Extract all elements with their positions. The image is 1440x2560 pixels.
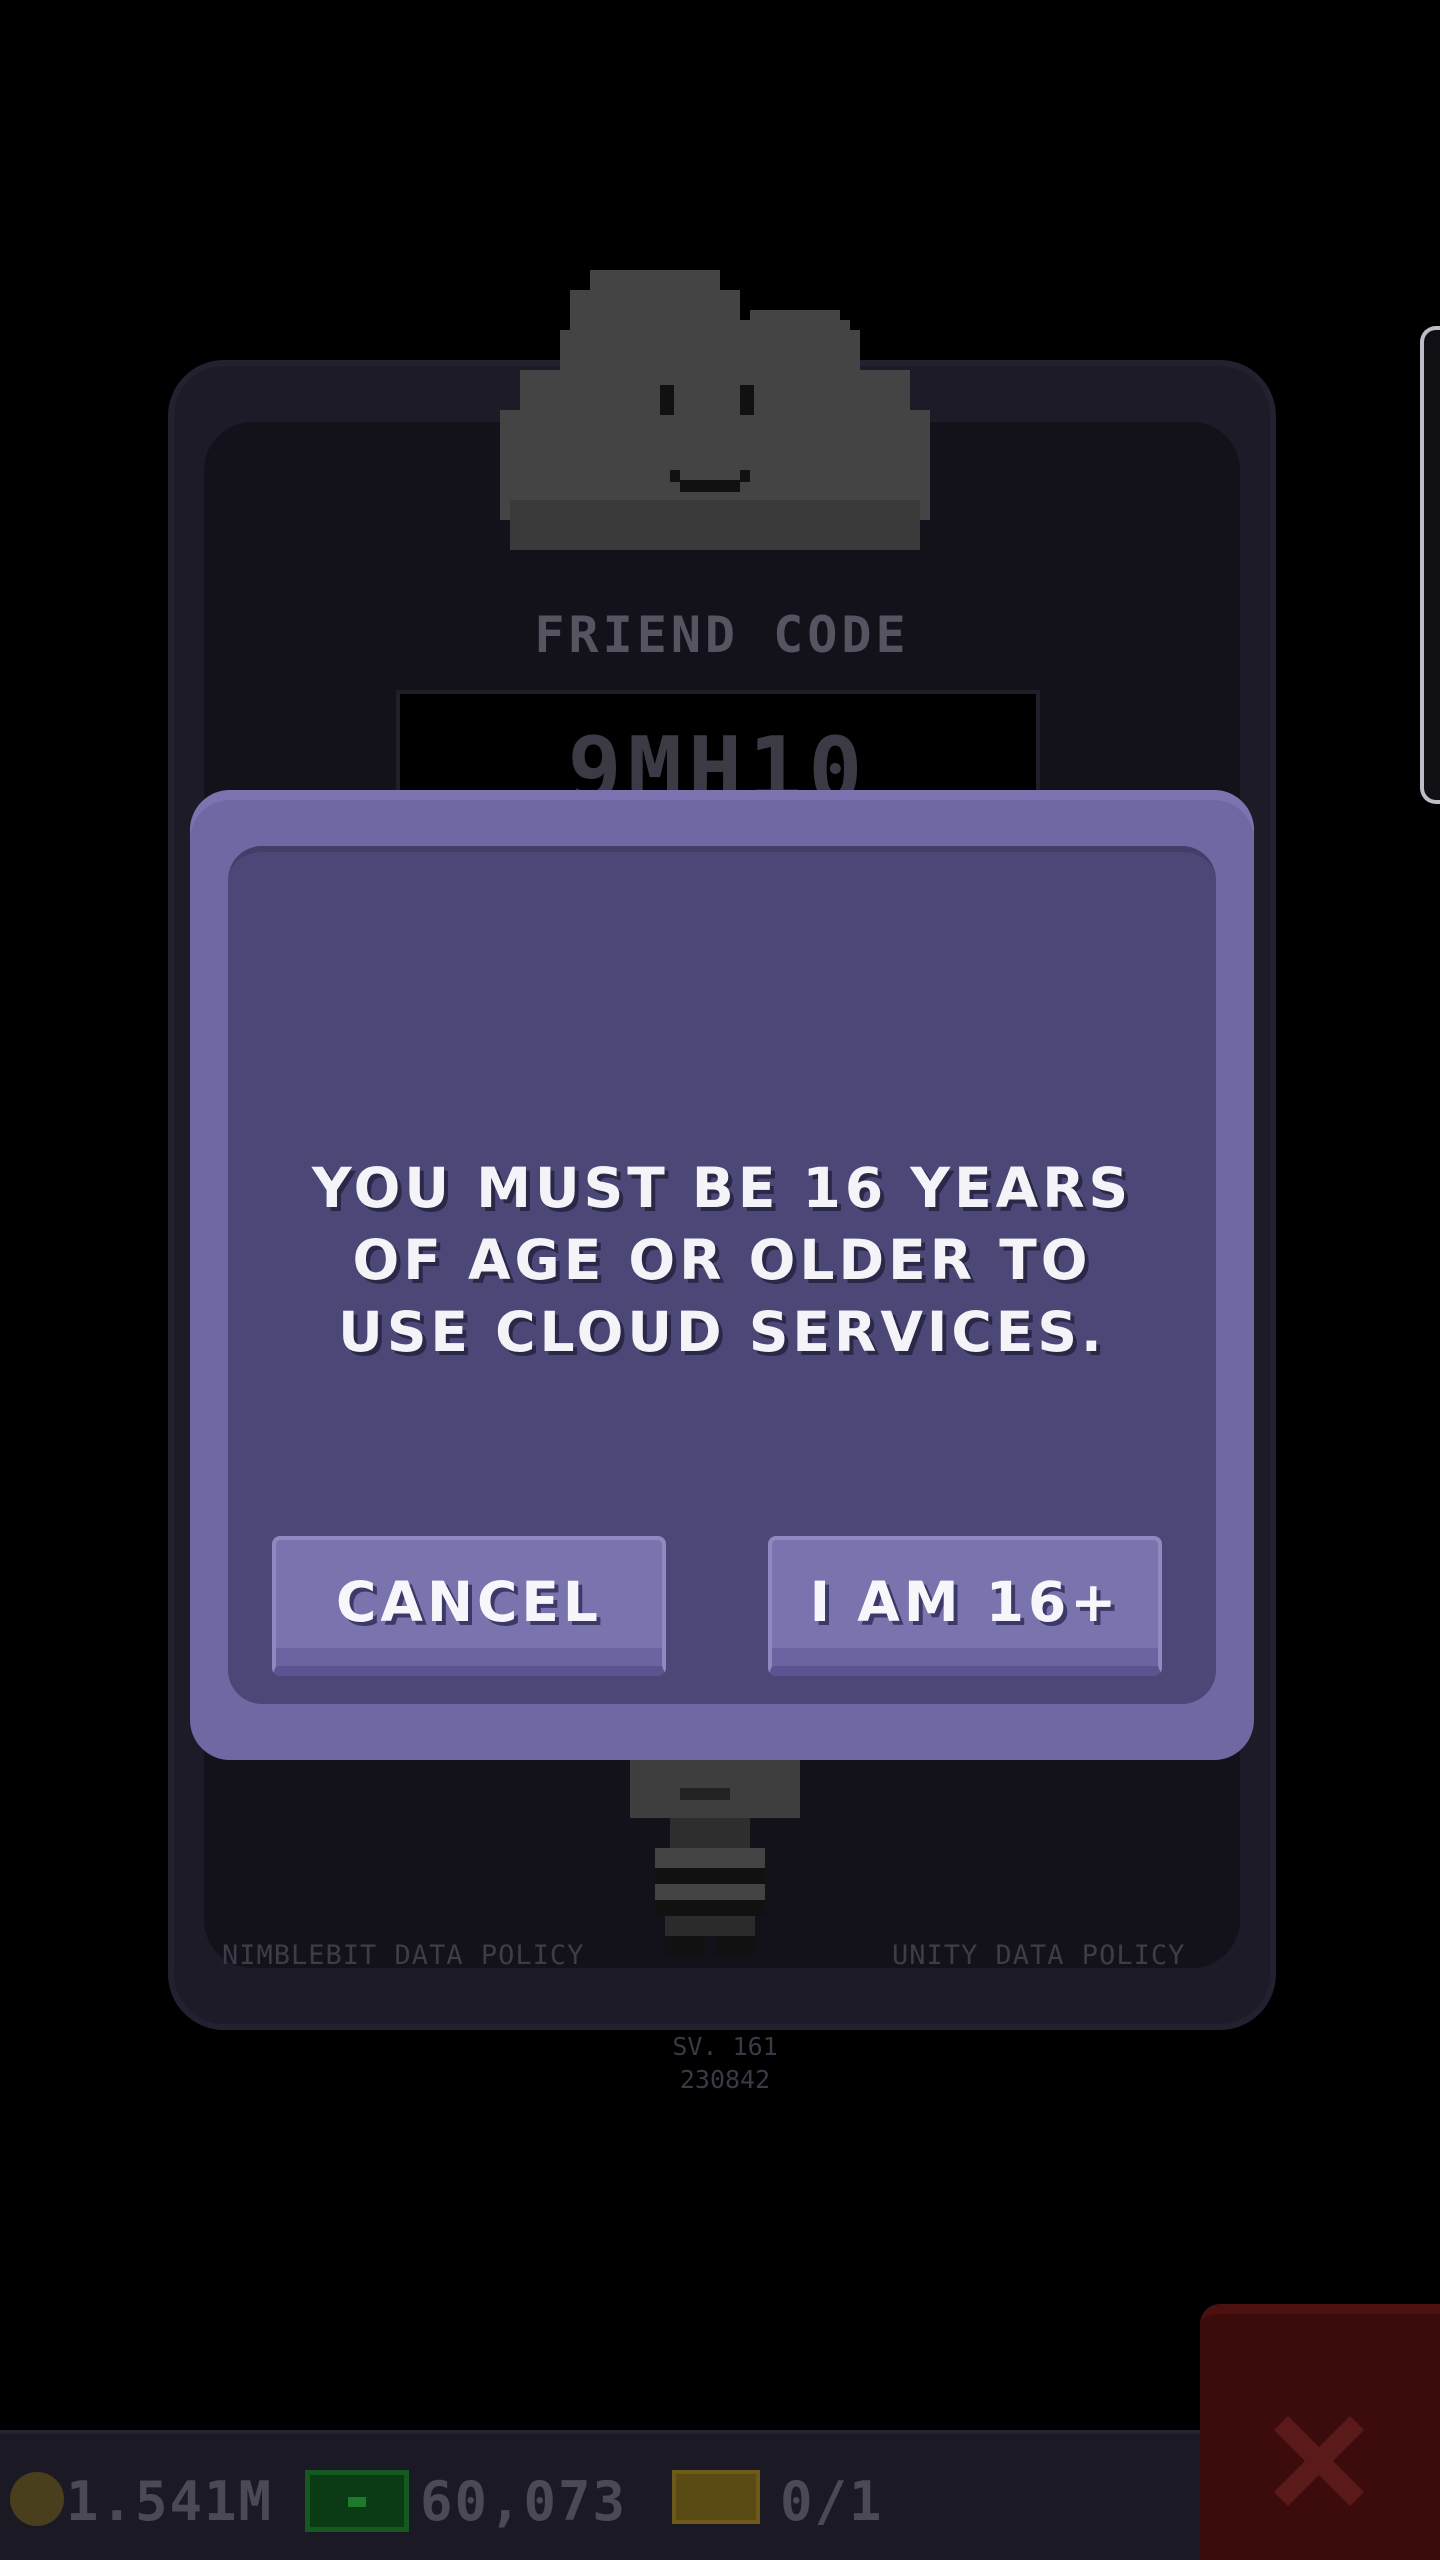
version-line-1: SV. 161: [672, 2032, 778, 2061]
cloud-mascot-icon: [500, 270, 930, 550]
friend-code-value: 9MH10: [567, 718, 869, 800]
version-info: SV. 161 230842: [620, 2030, 830, 2096]
tickets-value: 0/1: [780, 2470, 884, 2533]
friend-code-label: FRIEND CODE: [534, 606, 910, 664]
close-icon: [1274, 2416, 1364, 2506]
nimblebit-data-policy-link[interactable]: NIMBLEBIT DATA POLICY: [222, 1940, 584, 1971]
bitizen-figure-icon: [630, 1758, 800, 1956]
friend-code-box: 9MH10: [396, 690, 1040, 800]
screen: FRIEND CODE 9MH10 NIMBLEBIT DATA POLICY …: [0, 0, 1440, 2560]
version-line-2: 230842: [679, 2065, 771, 2094]
side-drawer-handle[interactable]: [1420, 326, 1440, 804]
cash-icon: [305, 2470, 409, 2532]
coins-value: 1.541M: [66, 2470, 274, 2533]
coin-icon: [10, 2472, 64, 2526]
close-button[interactable]: [1200, 2304, 1440, 2560]
ticket-icon: [672, 2470, 760, 2524]
unity-data-policy-link[interactable]: UNITY DATA POLICY: [892, 1940, 1185, 1971]
cancel-button[interactable]: CANCEL: [272, 1536, 666, 1676]
confirm-age-button[interactable]: I AM 16+: [768, 1536, 1162, 1676]
dialog-message: YOU MUST BE 16 YEARS OF AGE OR OLDER TO …: [311, 1156, 1133, 1364]
cash-value: 60,073: [420, 2470, 628, 2533]
